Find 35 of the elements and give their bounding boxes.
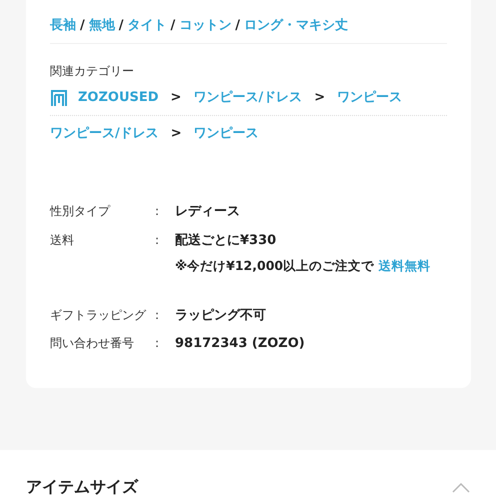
chevron-up-icon[interactable] [452, 482, 470, 493]
colon-text: : [155, 306, 160, 324]
section-title: アイテムサイズ [26, 476, 138, 496]
detail-label: 性別タイプ [50, 203, 112, 220]
breadcrumb-link[interactable]: ZOZOUSED [78, 88, 159, 108]
separator-text: / [235, 16, 240, 35]
detail-label: ギフトラッピング [50, 306, 148, 324]
colon-text: : [155, 335, 160, 352]
separator-text: / [170, 16, 176, 35]
detail-label: 問い合わせ番号 [50, 335, 135, 352]
shop-icon [50, 90, 68, 106]
detail-value: 98172343 (ZOZO) [175, 335, 305, 354]
detail-value: 配送ごとに¥330 [175, 232, 276, 250]
tag-link[interactable]: 無地 [88, 16, 115, 36]
breadcrumb-separator: > [314, 88, 326, 107]
breadcrumb-link[interactable]: ワンピース/ドレス [50, 124, 159, 144]
breadcrumb-separator: > [170, 88, 182, 107]
breadcrumb-separator: > [170, 125, 182, 144]
note-text: ※今だけ¥12,000以上のご注文で 送料無料 [175, 257, 432, 275]
tag-link[interactable]: タイト [128, 16, 166, 36]
section-label: 関連カテゴリー [50, 63, 135, 80]
separator-text: / [118, 16, 124, 35]
colon-text: : [155, 203, 160, 220]
tag-link[interactable]: 長袖 [50, 16, 76, 36]
free-shipping-link[interactable]: 送料無料 [378, 258, 430, 273]
colon-text: : [155, 232, 160, 248]
detail-label: 送料 [50, 232, 75, 248]
tag-link[interactable]: ロング・マキシ丈 [244, 16, 348, 36]
detail-value: レディース [175, 203, 240, 221]
breadcrumb-link[interactable]: ワンピース [337, 88, 402, 108]
breadcrumb-link[interactable]: ワンピース/ドレス [193, 88, 302, 108]
breadcrumb-link[interactable]: ワンピース [194, 124, 259, 144]
separator-text: / [80, 16, 85, 35]
tag-link[interactable]: コットン [179, 16, 232, 36]
detail-value: ラッピング不可 [175, 306, 266, 325]
